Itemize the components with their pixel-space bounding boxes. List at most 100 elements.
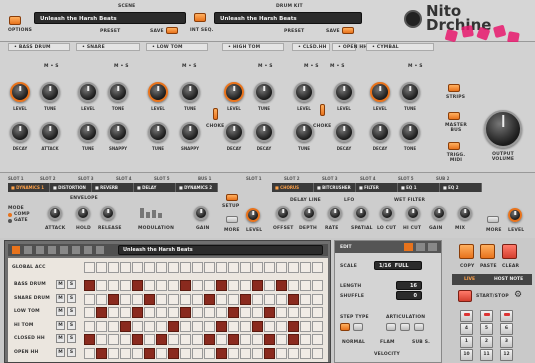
sequencer-step[interactable]: [252, 280, 263, 291]
sequencer-step[interactable]: [240, 293, 251, 305]
global-acc-step[interactable]: [192, 262, 203, 273]
choke-toggle-1[interactable]: [213, 108, 218, 120]
global-acc-step[interactable]: [228, 262, 239, 273]
sequencer-step[interactable]: [84, 320, 95, 332]
sequencer-step[interactable]: [192, 347, 203, 359]
cymbal-tone-knob[interactable]: [400, 122, 420, 142]
tab-live[interactable]: LIVE: [464, 277, 475, 282]
sequencer-step[interactable]: [276, 334, 287, 345]
choke-toggle-2[interactable]: [320, 104, 325, 116]
sequencer-step[interactable]: [132, 307, 143, 318]
sequencer-step[interactable]: [288, 334, 299, 345]
sequencer-step[interactable]: [120, 347, 131, 359]
fx-attack-knob[interactable]: [48, 206, 62, 220]
open-hh-level-knob[interactable]: [334, 82, 354, 102]
sequencer-step[interactable]: [156, 293, 167, 305]
sequencer-step[interactable]: [312, 320, 323, 332]
row-solo-button[interactable]: S: [67, 307, 76, 316]
row-solo-button[interactable]: S: [67, 347, 76, 357]
options-button[interactable]: [9, 16, 21, 25]
more-button-2[interactable]: [487, 216, 499, 223]
clsd-hh-level-knob[interactable]: [294, 82, 314, 102]
global-acc-step[interactable]: [216, 262, 227, 273]
sequencer-step[interactable]: [180, 334, 191, 345]
global-acc-step[interactable]: [108, 262, 119, 273]
global-acc-step[interactable]: [144, 262, 155, 273]
setup-button[interactable]: [226, 194, 238, 201]
sequencer-step[interactable]: [240, 307, 251, 318]
bass-drum-decay-knob[interactable]: [10, 122, 30, 142]
sequencer-step[interactable]: [144, 280, 155, 291]
sequencer-step[interactable]: [252, 293, 263, 305]
pad-9[interactable]: [500, 310, 513, 322]
sequencer-step[interactable]: [240, 334, 251, 345]
instrument-mute-solo[interactable]: M • S: [408, 64, 423, 69]
sequencer-step[interactable]: [204, 334, 215, 345]
sequencer-step[interactable]: [264, 320, 275, 332]
sequencer-step[interactable]: [180, 347, 191, 359]
fx-chain-slot-right-1[interactable]: ■ CHORUS: [272, 183, 314, 192]
fx-mix-knob[interactable]: [458, 206, 472, 220]
sequencer-step[interactable]: [168, 334, 179, 345]
settings-gear-icon[interactable]: ⚙: [514, 290, 522, 300]
sequencer-step[interactable]: [180, 293, 191, 305]
sequencer-step[interactable]: [264, 293, 275, 305]
snare-level-knob[interactable]: [78, 82, 98, 102]
snare-tone-knob[interactable]: [108, 82, 128, 102]
sequencer-step[interactable]: [168, 320, 179, 332]
trigg-midi-button[interactable]: [448, 142, 460, 150]
sequencer-step[interactable]: [300, 347, 311, 359]
sequencer-step[interactable]: [168, 307, 179, 318]
sequencer-step[interactable]: [252, 320, 263, 332]
articulation-button-1[interactable]: [386, 323, 396, 331]
bass-drum-level-knob[interactable]: [10, 82, 30, 102]
sequencer-step[interactable]: [240, 347, 251, 359]
output-volume-knob[interactable]: [484, 110, 522, 148]
global-acc-step[interactable]: [204, 262, 215, 273]
global-acc-step[interactable]: [132, 262, 143, 273]
sequencer-step[interactable]: [192, 320, 203, 332]
sequencer-step[interactable]: [300, 280, 311, 291]
sequencer-step[interactable]: [300, 293, 311, 305]
fx-chain-slot-right-3[interactable]: ■ FILTER: [356, 183, 398, 192]
cymbal-level-knob[interactable]: [370, 82, 390, 102]
sequencer-step[interactable]: [84, 307, 95, 318]
sequencer-step[interactable]: [84, 293, 95, 305]
instrument-mute-solo[interactable]: M • S: [330, 64, 345, 69]
pad-2[interactable]: 2: [480, 336, 493, 348]
instrument-mute-solo[interactable]: M • S: [182, 64, 197, 69]
sequencer-step[interactable]: [96, 307, 107, 318]
fx-rate-knob[interactable]: [328, 206, 342, 220]
sequencer-step[interactable]: [216, 307, 227, 318]
high-tom-level-knob[interactable]: [224, 82, 244, 102]
sequencer-step[interactable]: [312, 280, 323, 291]
fx-release-knob[interactable]: [101, 206, 115, 220]
instrument-mute-solo[interactable]: M • S: [44, 64, 59, 69]
sequencer-step[interactable]: [156, 334, 167, 345]
global-acc-step[interactable]: [120, 262, 131, 273]
fx-chain-slot-right-5[interactable]: ■ EQ 2: [440, 183, 482, 192]
row-mute-button[interactable]: M: [56, 280, 65, 289]
sequencer-step[interactable]: [312, 347, 323, 359]
snare-tune-knob[interactable]: [78, 122, 98, 142]
sequencer-step[interactable]: [288, 320, 299, 332]
instrument-mute-solo[interactable]: M • S: [258, 64, 273, 69]
global-acc-step[interactable]: [180, 262, 191, 273]
sequencer-step[interactable]: [204, 320, 215, 332]
sequencer-step[interactable]: [288, 347, 299, 359]
sequencer-step[interactable]: [120, 293, 131, 305]
fx-chain-slot-3[interactable]: ■ REVERB: [92, 183, 134, 192]
snare-snappy-knob[interactable]: [108, 122, 128, 142]
bus1-level-knob[interactable]: [246, 208, 260, 222]
row-mute-button[interactable]: M: [56, 347, 65, 357]
sequencer-step[interactable]: [228, 280, 239, 291]
sequencer-step[interactable]: [288, 293, 299, 305]
global-acc-step[interactable]: [252, 262, 263, 273]
sequencer-step[interactable]: [156, 320, 167, 332]
sequencer-step[interactable]: [252, 334, 263, 345]
master-bus-button[interactable]: [448, 112, 460, 120]
sequencer-step[interactable]: [300, 320, 311, 332]
clear-button[interactable]: [502, 244, 517, 259]
row-mute-button[interactable]: M: [56, 307, 65, 316]
sequencer-step[interactable]: [120, 334, 131, 345]
